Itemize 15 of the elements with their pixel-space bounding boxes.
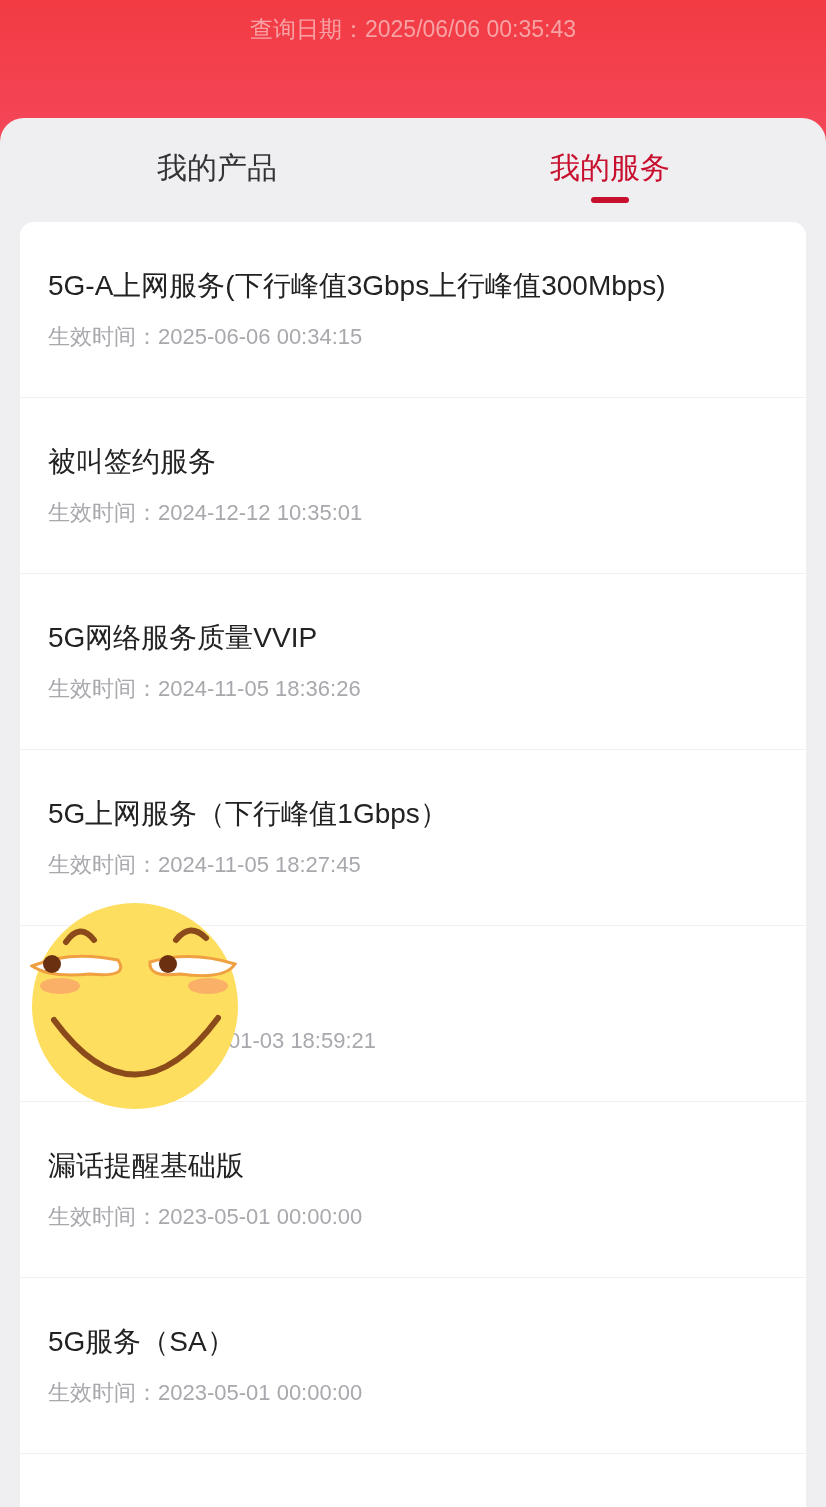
service-title: 漏话提醒基础版 [48, 1149, 245, 1183]
service-title: 5G-A上网服务(下行峰值3Gbps上行峰值300Mbps) [48, 269, 667, 303]
tab[interactable]: 我的产品 [156, 148, 277, 189]
tab[interactable]: 我的服务 [549, 148, 670, 189]
service-title: 5G网络服务质量VVIP [48, 621, 319, 655]
query-date: 查询日期：2025/06/06 00:35:43 [249, 15, 576, 44]
service-title: 5G上网服务（下行峰值1Gbps） [48, 797, 449, 831]
effective-time: 生效时间：2023-05-01 00:00:00 [48, 1203, 364, 1231]
effective-time: 生效时间：2024-11-05 18:36:26 [48, 675, 362, 703]
service-title: 被叫签约服务 [48, 445, 217, 479]
effective-time: 生效时间：2023-05-01 00:00:00 [48, 1379, 364, 1407]
effective-time: 生效时间：2024-11-05 18:27:45 [48, 851, 362, 879]
service-title: 5G服务（SA） [48, 1325, 236, 1359]
effective-time: 生效时间：2025-06-06 00:34:15 [48, 323, 364, 351]
effective-time: 生效时间：2024-12-12 10:35:01 [48, 499, 364, 527]
